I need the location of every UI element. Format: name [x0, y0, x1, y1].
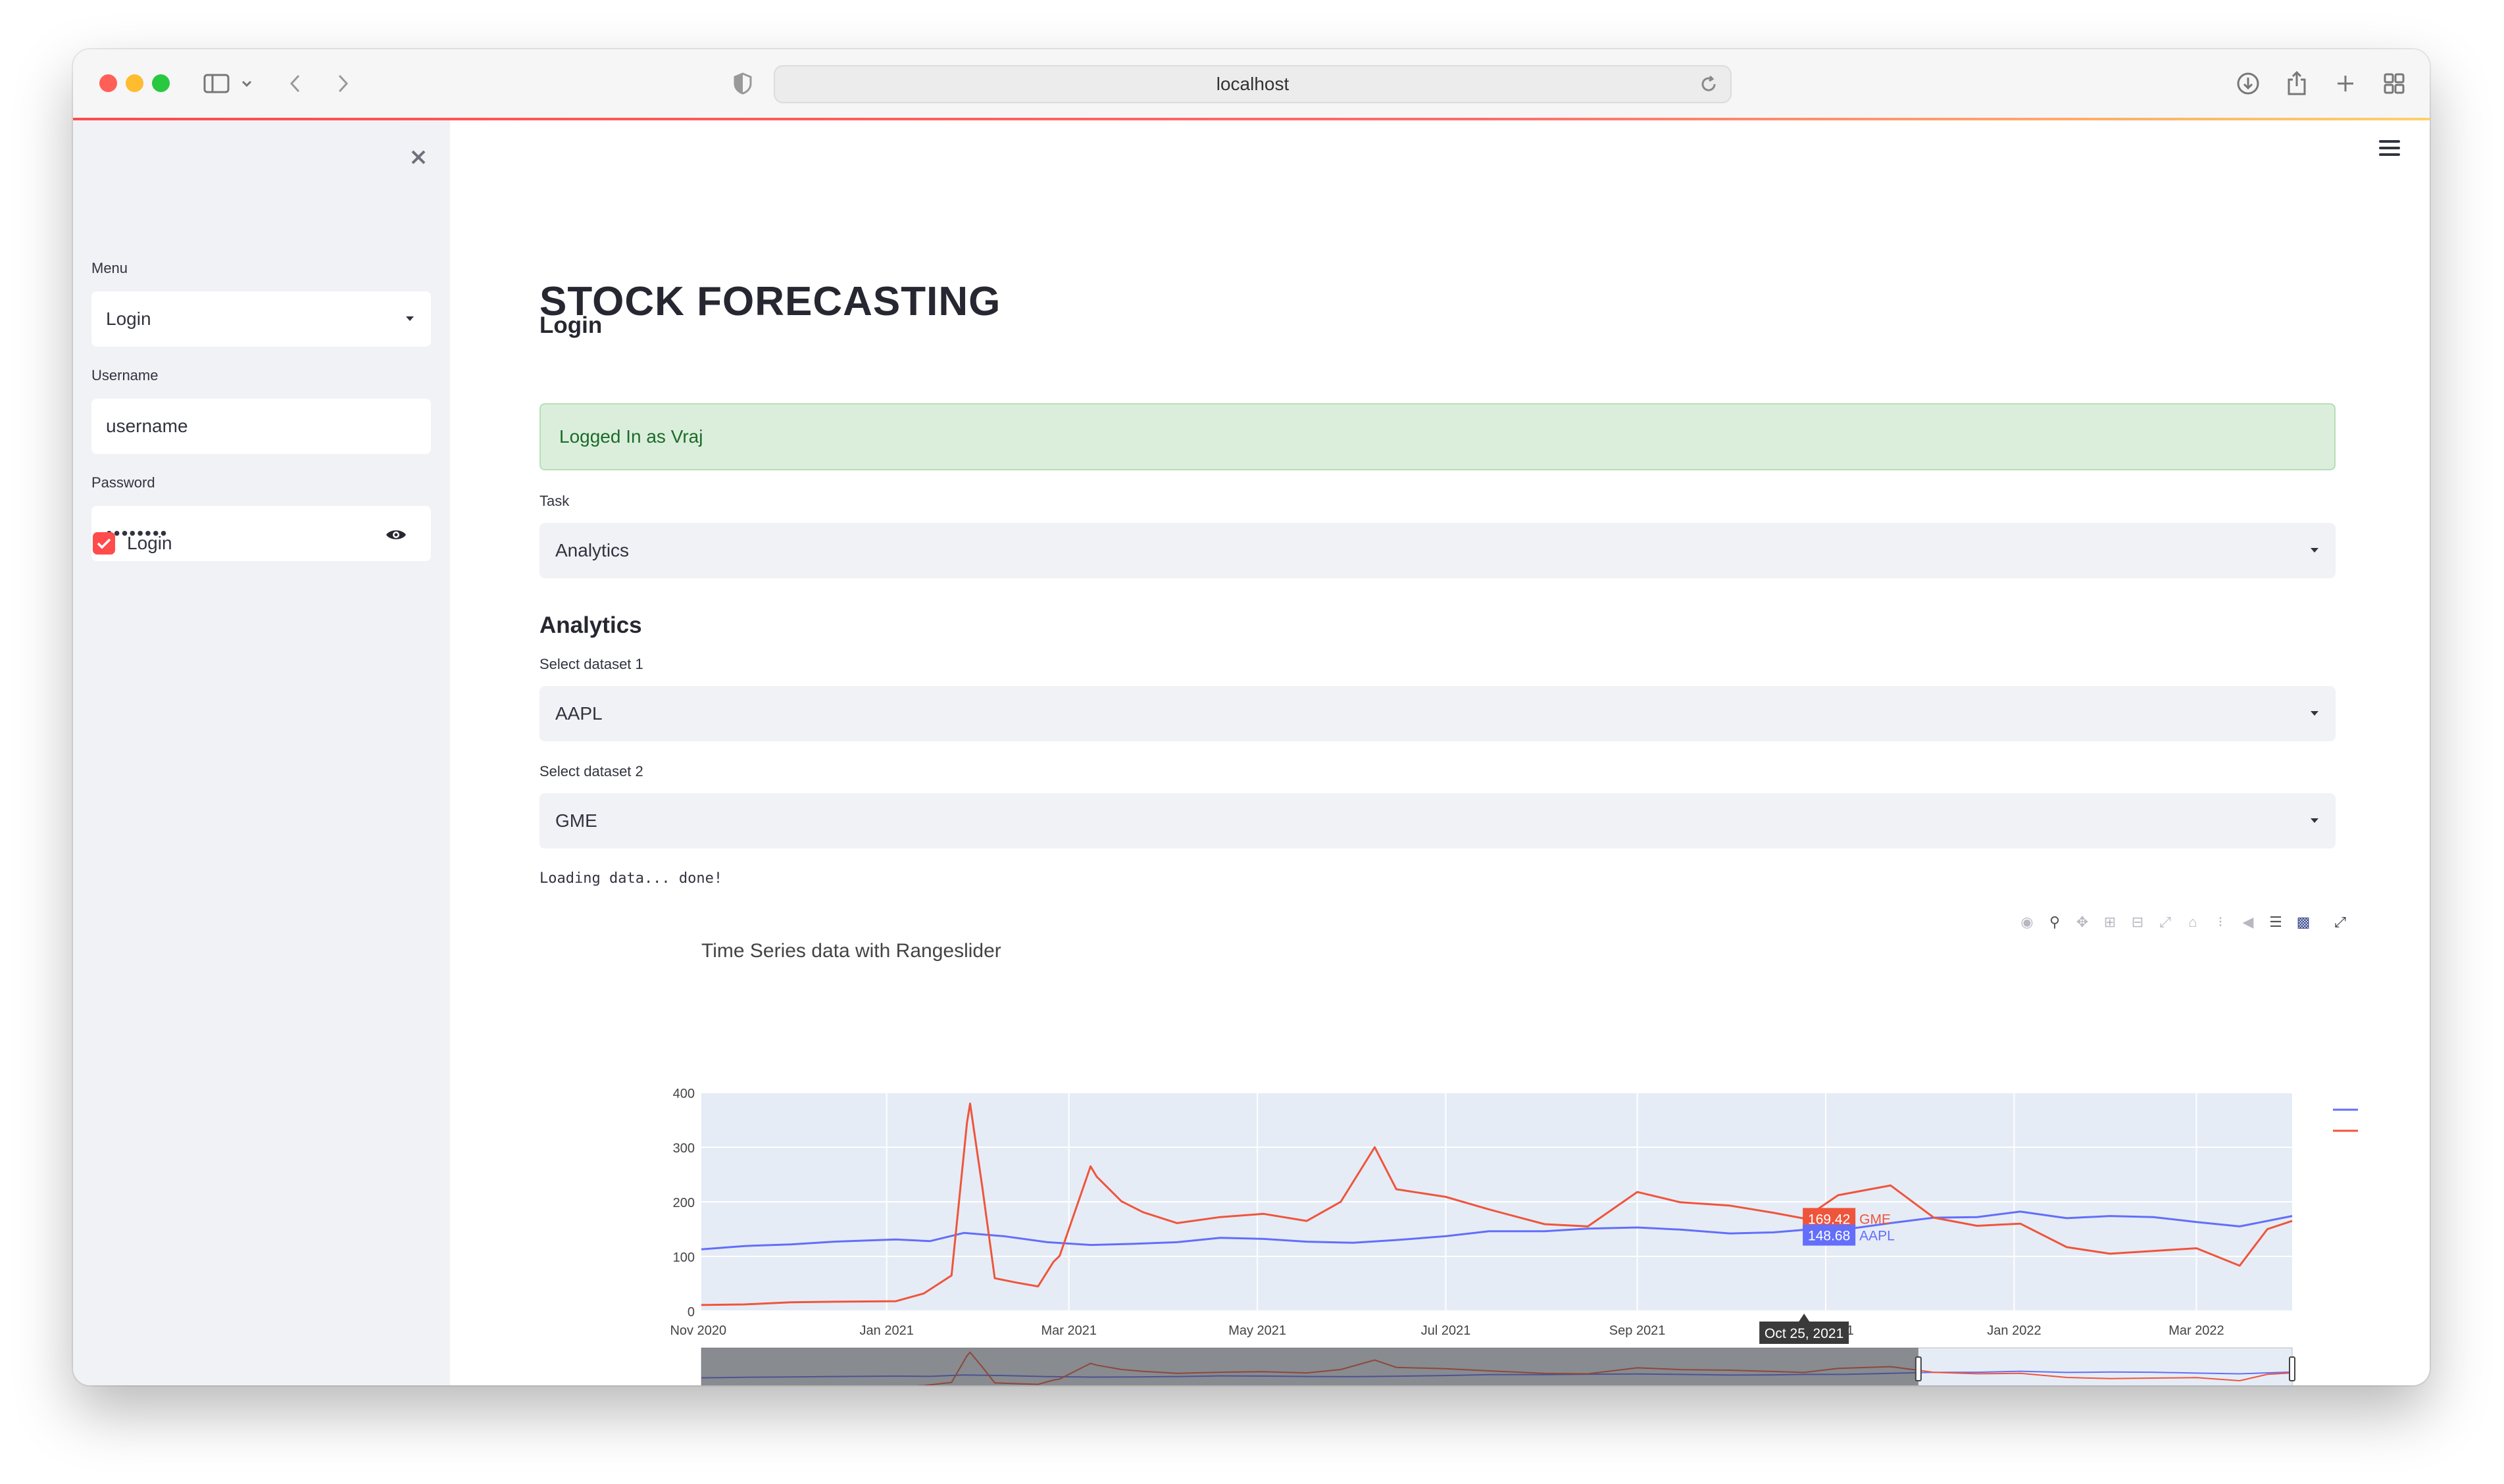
y-tick-label: 200 — [673, 1196, 695, 1210]
x-tick-label: Sep 2021 — [1609, 1323, 1666, 1338]
aapl-hover-value: 148.68 — [1808, 1229, 1850, 1244]
reload-icon[interactable] — [1699, 74, 1718, 99]
forward-arrow-icon[interactable] — [331, 69, 355, 98]
dataset1-label: Select dataset 1 — [539, 656, 643, 672]
menu-select-value: Login — [106, 309, 151, 329]
dataset1-select[interactable]: AAPL — [539, 686, 2336, 741]
close-window-button[interactable] — [99, 74, 117, 92]
y-axis-ticks: 0 100 200 300 400 — [673, 1087, 695, 1320]
browser-toolbar: localhost — [73, 49, 2430, 119]
x-tick-label: Jan 2022 — [1987, 1323, 2041, 1338]
x-tick-label: Nov 2020 — [670, 1323, 726, 1338]
privacy-shield-icon[interactable] — [731, 69, 755, 98]
y-tick-label: 0 — [688, 1305, 695, 1320]
chart-title: Time Series data with Rangeslider — [701, 940, 1001, 962]
x-tick-label: Jul 2021 — [1421, 1323, 1471, 1338]
x-axis-ticks: Nov 2020 Jan 2021 Mar 2021 May 2021 Jul 2021… — [670, 1323, 2224, 1338]
menu-label: Menu — [91, 260, 128, 276]
chevron-down-icon — [2311, 711, 2318, 716]
task-select-value: Analytics — [555, 540, 630, 560]
address-bar[interactable]: localhost — [774, 65, 1732, 103]
username-label: Username — [91, 367, 159, 383]
chart-legend[interactable]: AAPLGME — [2333, 1103, 2358, 1139]
task-label: Task — [539, 493, 570, 509]
login-subheader: Login — [539, 312, 603, 338]
dataset1-select-value: AAPL — [555, 703, 603, 724]
zoom-window-button[interactable] — [152, 74, 170, 92]
back-arrow-icon[interactable] — [284, 69, 307, 98]
loading-status-text: Loading data... done! — [539, 870, 723, 887]
x-tick-label: Mar 2022 — [2168, 1323, 2224, 1338]
chevron-down-icon — [2311, 548, 2318, 553]
aapl-hover-name: AAPL — [1859, 1229, 1895, 1244]
password-label: Password — [91, 474, 155, 491]
close-sidebar-icon[interactable] — [405, 144, 432, 170]
dataset2-select-value: GME — [555, 810, 597, 831]
username-input[interactable]: username — [91, 399, 431, 454]
hamburger-menu-icon[interactable] — [2379, 140, 2400, 160]
x-tick-label: Jan 2021 — [860, 1323, 914, 1338]
downloads-icon[interactable] — [2235, 69, 2261, 98]
date-hover-pointer — [1799, 1314, 1810, 1322]
y-tick-label: 400 — [673, 1087, 695, 1101]
range-slider[interactable] — [701, 1347, 2295, 1385]
sidebar: Menu Login Username username Password ••… — [73, 120, 450, 1385]
y-tick-label: 100 — [673, 1250, 695, 1265]
success-message: Logged In as Vraj — [559, 426, 703, 447]
menu-select[interactable]: Login — [91, 291, 431, 347]
username-input-value: username — [106, 416, 188, 436]
range-slider-mask — [701, 1348, 1918, 1385]
show-password-eye-icon[interactable] — [385, 526, 407, 547]
success-alert: Logged In as Vraj — [539, 403, 2336, 470]
dataset2-select[interactable]: GME — [539, 793, 2336, 849]
range-slider-right-handle — [2289, 1356, 2295, 1381]
time-series-chart[interactable]: Time Series data with Rangeslider 0 100 20… — [450, 926, 2358, 1385]
share-icon[interactable] — [2284, 69, 2310, 98]
dataset2-label: Select dataset 2 — [539, 763, 643, 779]
gme-hover-name: GME — [1859, 1212, 1891, 1227]
range-slider-left-handle — [1915, 1356, 1922, 1381]
main-content: STOCK FORECASTING Login Logged In as Vra… — [450, 120, 2430, 1385]
login-checkbox[interactable] — [93, 532, 115, 555]
url-text: localhost — [1216, 74, 1290, 94]
login-checkbox-label[interactable]: Login — [127, 533, 172, 554]
chevron-down-icon[interactable] — [239, 69, 255, 98]
y-tick-label: 300 — [673, 1141, 695, 1156]
tab-overview-icon[interactable] — [2381, 69, 2407, 98]
task-select[interactable]: Analytics — [539, 523, 2336, 578]
new-tab-plus-icon[interactable] — [2332, 69, 2359, 98]
date-hover-label: Oct 25, 2021 — [1765, 1326, 1843, 1341]
browser-window: localhost Menu Login Username username P… — [73, 49, 2430, 1385]
page-title: STOCK FORECASTING — [539, 279, 1001, 324]
analytics-subheader: Analytics — [539, 612, 642, 638]
x-tick-label: May 2021 — [1228, 1323, 1286, 1338]
chevron-down-icon — [2311, 818, 2318, 823]
sidebar-toggle-icon[interactable] — [202, 69, 231, 98]
minimize-window-button[interactable] — [126, 74, 143, 92]
chevron-down-icon — [406, 316, 414, 321]
checkmark-icon — [97, 538, 111, 549]
x-tick-label: Mar 2021 — [1041, 1323, 1097, 1338]
